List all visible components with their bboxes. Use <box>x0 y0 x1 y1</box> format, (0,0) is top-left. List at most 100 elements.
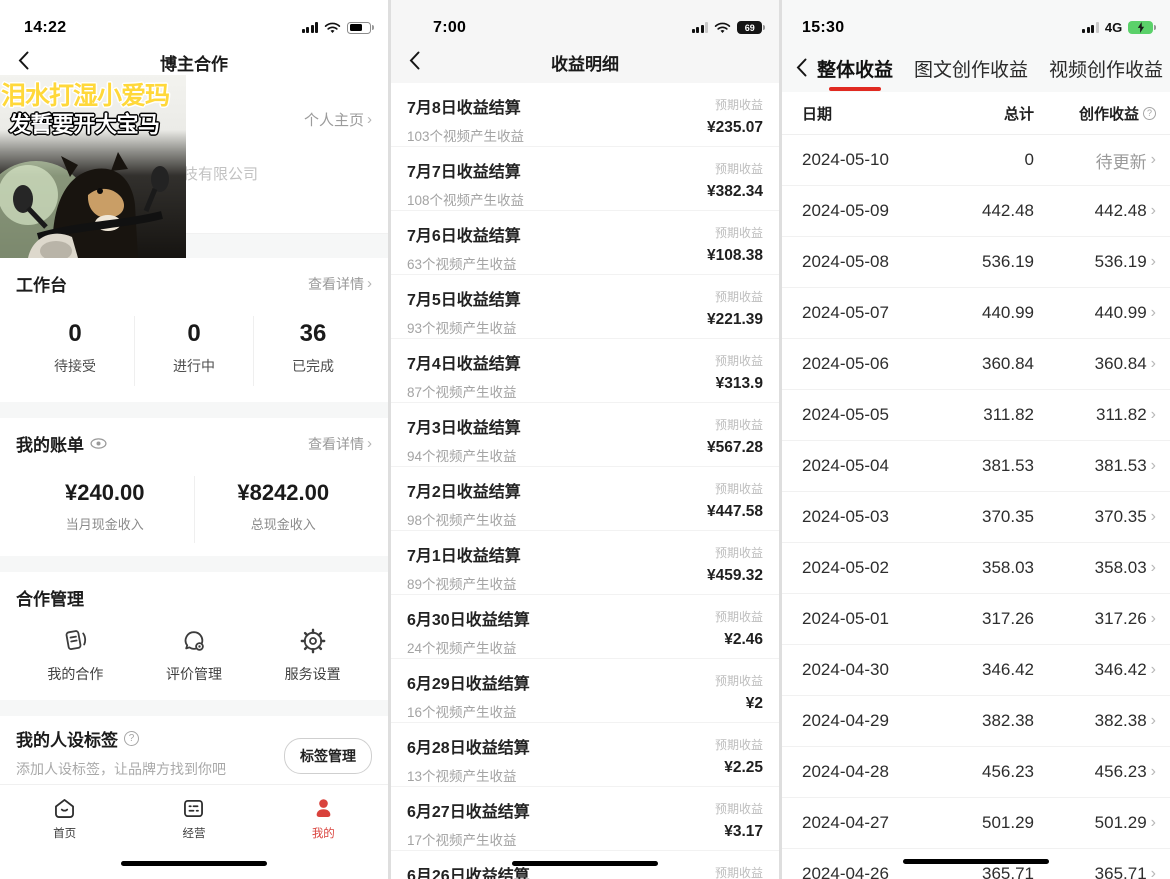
section-gap <box>0 556 388 572</box>
table-row[interactable]: 2024-05-04 381.53 381.53 › <box>782 441 1170 492</box>
income-row-amount: ¥447.58 <box>707 503 763 521</box>
table-row[interactable]: 2024-05-01 317.26 317.26 › <box>782 594 1170 645</box>
table-row[interactable]: 2024-05-10 0 待更新 › <box>782 135 1170 186</box>
page-title: 收益明细 <box>391 50 779 75</box>
back-button[interactable] <box>407 49 422 75</box>
chevron-right-icon: › <box>1151 458 1156 474</box>
income-row-subtitle: 103个视频产生收益 <box>407 125 524 145</box>
panel-income-detail: 7:00 69 收益明细 7月8日收益结算 103个视频产生收益 <box>391 0 779 879</box>
chevron-right-icon: › <box>1151 815 1156 831</box>
table-row[interactable]: 2024-05-02 358.03 358.03 › <box>782 543 1170 594</box>
expected-income-label: 预期收益 <box>715 608 763 625</box>
ledger-icon <box>180 795 207 822</box>
row-creation-income: 365.71 <box>1095 864 1147 879</box>
expected-income-label: 预期收益 <box>715 736 763 753</box>
income-row-title: 6月27日收益结算 <box>407 798 530 822</box>
menu-my-cooperation[interactable]: 我的合作 <box>16 626 135 684</box>
row-total: 440.99 <box>926 303 1034 323</box>
row-creation-income: 346.42 <box>1095 660 1147 680</box>
chevron-right-icon: › <box>1151 152 1156 168</box>
row-creation-income: 536.19 <box>1095 252 1147 272</box>
tab-business[interactable]: 经营 <box>129 795 258 879</box>
tab-overall-income[interactable]: 整体收益 <box>817 55 893 82</box>
back-button[interactable] <box>16 49 31 75</box>
table-row[interactable]: 2024-04-28 456.23 456.23 › <box>782 747 1170 798</box>
table-row[interactable]: 2024-04-27 501.29 501.29 › <box>782 798 1170 849</box>
signal-icon <box>302 22 319 33</box>
row-date: 2024-05-10 <box>802 150 926 170</box>
wifi-icon <box>714 22 731 34</box>
row-total: 382.38 <box>926 711 1034 731</box>
income-row-subtitle: 16个视频产生收益 <box>407 701 530 721</box>
wifi-icon <box>324 22 341 34</box>
status-time: 14:22 <box>24 19 66 37</box>
table-row[interactable]: 2024-04-26 365.71 365.71 › <box>782 849 1170 879</box>
chevron-right-icon: › <box>1151 407 1156 423</box>
eye-icon[interactable] <box>90 438 107 449</box>
expected-income-label: 预期收益 <box>707 288 763 305</box>
bills-detail-link[interactable]: 查看详情› <box>308 434 372 454</box>
cooperation-title: 合作管理 <box>16 585 84 610</box>
row-creation-income: 360.84 <box>1095 354 1147 374</box>
chevron-right-icon: › <box>367 436 372 451</box>
back-button[interactable] <box>794 56 809 82</box>
income-row-amount: ¥3.17 <box>715 823 763 841</box>
row-creation-income: 382.38 <box>1095 711 1147 731</box>
battery-icon: 69 <box>737 21 762 34</box>
stat-pending: 0 待接受 <box>16 316 134 386</box>
income-row-subtitle: 63个视频产生收益 <box>407 253 521 273</box>
menu-review-management[interactable]: 评价管理 <box>135 626 254 684</box>
row-date: 2024-04-27 <box>802 813 926 833</box>
tag-manage-button[interactable]: 标签管理 <box>284 738 372 774</box>
row-creation-income: 381.53 <box>1095 456 1147 476</box>
help-icon[interactable]: ? <box>124 731 139 746</box>
chevron-right-icon: › <box>1151 254 1156 270</box>
contract-note-icon <box>60 626 90 656</box>
row-creation-income: 370.35 <box>1095 507 1147 527</box>
row-total: 442.48 <box>926 201 1034 221</box>
tab-image-text-income[interactable]: 图文创作收益 <box>914 55 1028 82</box>
profile-meme-image[interactable]: 泪水打湿小爱玛 发誓要开大宝马 <box>0 75 186 258</box>
table-row[interactable]: 2024-05-07 440.99 440.99 › <box>782 288 1170 339</box>
tab-video-income[interactable]: 视频创作收益 <box>1049 55 1163 82</box>
income-row-title: 6月28日收益结算 <box>407 734 530 758</box>
table-row[interactable]: 2024-05-05 311.82 311.82 › <box>782 390 1170 441</box>
row-date: 2024-05-05 <box>802 405 926 425</box>
income-row: 6月27日收益结算 17个视频产生收益 预期收益 ¥3.17 <box>391 787 779 851</box>
workbench-detail-link[interactable]: 查看详情› <box>308 274 372 294</box>
tab-home[interactable]: 首页 <box>0 795 129 879</box>
chevron-right-icon: › <box>1151 560 1156 576</box>
menu-service-settings[interactable]: 服务设置 <box>253 626 372 684</box>
chevron-right-icon: › <box>1151 356 1156 372</box>
home-icon <box>51 795 78 822</box>
header-area: 7:00 69 收益明细 <box>391 0 779 83</box>
stat-total-income: ¥8242.00 总现金收入 <box>194 476 373 543</box>
table-row[interactable]: 2024-04-30 346.42 346.42 › <box>782 645 1170 696</box>
income-row-title: 7月7日收益结算 <box>407 158 524 182</box>
row-date: 2024-05-08 <box>802 252 926 272</box>
tab-me[interactable]: 我的 <box>259 795 388 879</box>
profile-home-link[interactable]: 个人主页 › <box>304 109 372 130</box>
workbench-title: 工作台 <box>16 271 67 296</box>
row-date: 2024-05-03 <box>802 507 926 527</box>
table-row[interactable]: 2024-05-03 370.35 370.35 › <box>782 492 1170 543</box>
help-icon[interactable]: ? <box>1143 107 1156 120</box>
table-row[interactable]: 2024-05-09 442.48 442.48 › <box>782 186 1170 237</box>
income-row: 7月1日收益结算 89个视频产生收益 预期收益 ¥459.32 <box>391 531 779 595</box>
row-total: 317.26 <box>926 609 1034 629</box>
table-row[interactable]: 2024-04-29 382.38 382.38 › <box>782 696 1170 747</box>
income-row: 7月4日收益结算 87个视频产生收益 预期收益 ¥313.9 <box>391 339 779 403</box>
income-row-amount: ¥221.39 <box>707 311 763 329</box>
table-row[interactable]: 2024-05-08 536.19 536.19 › <box>782 237 1170 288</box>
row-creation-income: 358.03 <box>1095 558 1147 578</box>
expected-income-label: 预期收益 <box>707 160 763 177</box>
bills-card: 我的账单 查看详情› ¥240.00 当月现金收入 ¥8242.00 总现金收入 <box>0 418 388 556</box>
income-row-subtitle: 17个视频产生收益 <box>407 829 530 849</box>
expected-income-label: 预期收益 <box>707 544 763 561</box>
income-row: 7月7日收益结算 108个视频产生收益 预期收益 ¥382.34 <box>391 147 779 211</box>
header-total: 总计 <box>926 103 1034 124</box>
nav-bar: 收益明细 <box>391 45 779 79</box>
row-total: 346.42 <box>926 660 1034 680</box>
chat-bubble-icon <box>179 626 209 656</box>
table-row[interactable]: 2024-05-06 360.84 360.84 › <box>782 339 1170 390</box>
